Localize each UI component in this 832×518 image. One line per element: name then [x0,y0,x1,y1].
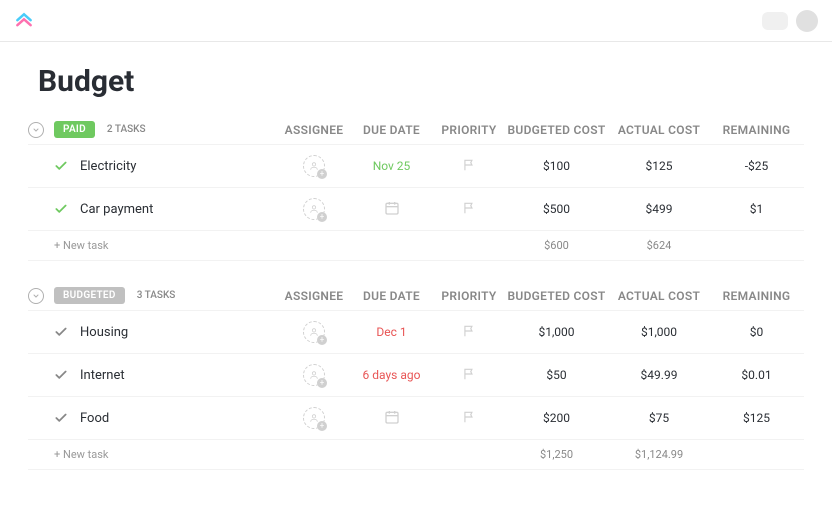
task-name[interactable]: Housing [80,325,128,340]
collapse-icon[interactable] [28,122,44,138]
header-priority: PRIORITY [434,289,504,303]
actual-cost[interactable]: $49.99 [609,368,709,382]
task-row[interactable]: Food + $200 $75 $125 [28,396,804,439]
header-priority: PRIORITY [434,123,504,137]
budgeted-cost[interactable]: $1,000 [504,325,609,339]
task-count: 3 TASKS [137,290,176,301]
remaining[interactable]: $125 [709,411,804,425]
total-actual: $624 [609,239,709,252]
topbar-placeholder-button[interactable] [762,12,788,30]
header-actual-cost: ACTUAL COST [609,289,709,303]
assignee-placeholder[interactable]: + [303,407,325,429]
remaining[interactable]: $1 [709,202,804,216]
task-name[interactable]: Electricity [80,159,136,174]
actual-cost[interactable]: $125 [609,159,709,173]
check-icon [54,411,68,425]
header-assignee: ASSIGNEE [279,289,349,303]
check-icon [54,202,68,216]
task-name[interactable]: Car payment [80,202,153,217]
header-assignee: ASSIGNEE [279,123,349,137]
topbar [0,0,832,42]
flag-icon[interactable] [462,367,476,384]
header-remaining: REMAINING [709,123,804,137]
flag-icon[interactable] [462,201,476,218]
totals-row: + New task $600 $624 [28,230,804,260]
task-row[interactable]: Internet + 6 days ago $50 $49.99 $0.01 [28,353,804,396]
actual-cost[interactable]: $75 [609,411,709,425]
check-icon [54,368,68,382]
due-date-text[interactable]: 6 days ago [363,368,421,382]
due-date-text[interactable]: Nov 25 [373,159,411,173]
assignee-placeholder[interactable]: + [303,364,325,386]
flag-icon[interactable] [462,324,476,341]
topbar-avatar[interactable] [796,10,818,32]
check-icon [54,159,68,173]
new-task-button[interactable]: + New task [28,448,228,461]
header-budgeted-cost: BUDGETED COST [504,289,609,303]
assignee-placeholder[interactable]: + [303,155,325,177]
flag-icon[interactable] [462,158,476,175]
task-row[interactable]: Electricity + Nov 25 $100 $125 -$25 [28,144,804,187]
total-budgeted: $1,250 [504,448,609,461]
task-row[interactable]: Car payment + $500 $499 $1 [28,187,804,230]
status-tag[interactable]: BUDGETED [54,287,125,304]
header-remaining: REMAINING [709,289,804,303]
header-budgeted-cost: BUDGETED COST [504,123,609,137]
budgeted-cost[interactable]: $50 [504,368,609,382]
assignee-placeholder[interactable]: + [303,321,325,343]
header-due-date: DUE DATE [349,123,434,137]
calendar-icon[interactable] [349,409,434,428]
totals-row: + New task $1,250 $1,124.99 [28,439,804,469]
check-icon [54,325,68,339]
actual-cost[interactable]: $499 [609,202,709,216]
due-date-text[interactable]: Dec 1 [376,325,406,339]
budgeted-cost[interactable]: $100 [504,159,609,173]
total-actual: $1,124.99 [609,448,709,461]
clickup-logo[interactable] [14,11,34,31]
remaining[interactable]: $0 [709,325,804,339]
task-row[interactable]: Housing + Dec 1 $1,000 $1,000 $0 [28,310,804,353]
header-actual-cost: ACTUAL COST [609,123,709,137]
status-tag[interactable]: PAID [54,121,95,138]
budgeted-cost[interactable]: $200 [504,411,609,425]
calendar-icon[interactable] [349,200,434,219]
remaining[interactable]: -$25 [709,159,804,173]
new-task-button[interactable]: + New task [28,239,228,252]
task-name[interactable]: Food [80,411,109,426]
total-budgeted: $600 [504,239,609,252]
section: PAID 2 TASKS ASSIGNEE DUE DATE PRIORITY … [28,121,804,261]
assignee-placeholder[interactable]: + [303,198,325,220]
collapse-icon[interactable] [28,288,44,304]
remaining[interactable]: $0.01 [709,368,804,382]
section: BUDGETED 3 TASKS ASSIGNEE DUE DATE PRIOR… [28,287,804,470]
topbar-right [762,10,818,32]
actual-cost[interactable]: $1,000 [609,325,709,339]
task-name[interactable]: Internet [80,368,125,383]
header-due-date: DUE DATE [349,289,434,303]
page-title: Budget [38,64,804,99]
budgeted-cost[interactable]: $500 [504,202,609,216]
task-count: 2 TASKS [107,124,146,135]
flag-icon[interactable] [462,410,476,427]
